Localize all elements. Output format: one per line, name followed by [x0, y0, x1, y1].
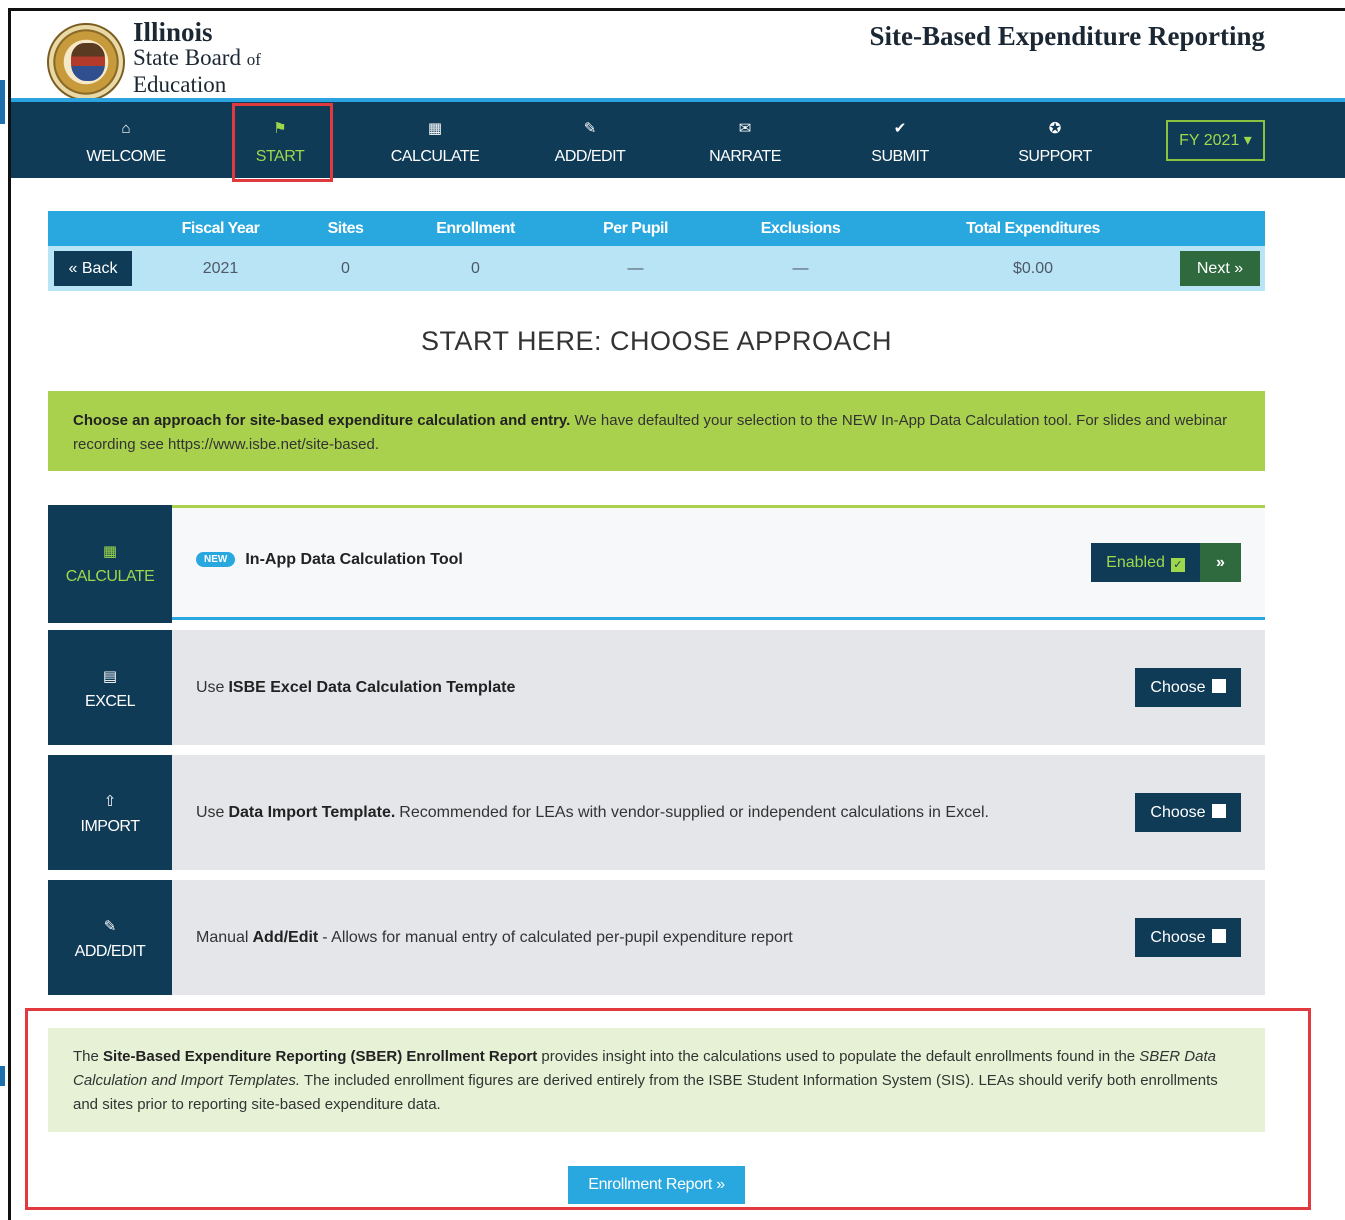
- excel-file-icon: ▤: [102, 668, 118, 685]
- approach-notice: Choose an approach for site-based expend…: [48, 391, 1265, 471]
- choose-add-edit-button[interactable]: Choose: [1135, 918, 1241, 957]
- isbe-seal-logo: [47, 23, 125, 101]
- app-title: Site-Based Expenditure Reporting: [869, 21, 1265, 51]
- comment-icon: ✉: [738, 120, 752, 137]
- option-text: Manual Add/Edit - Allows for manual entry …: [196, 928, 793, 946]
- value-sites: 0: [341, 260, 350, 277]
- col-exclusions: Exclusions: [760, 220, 841, 237]
- option-side-add-edit: ✎ ADD/EDIT: [48, 880, 172, 995]
- col-fiscal-year: Fiscal Year: [181, 220, 260, 237]
- col-enrollment: Enrollment: [436, 220, 515, 237]
- choose-import-button[interactable]: Choose: [1135, 793, 1241, 832]
- checkbox-empty-icon: [1211, 679, 1226, 693]
- org-name: Illinois State Board of Education: [133, 17, 261, 98]
- nav-support[interactable]: ✪ SUPPORT: [990, 102, 1120, 178]
- start-highlight-box: [232, 103, 333, 182]
- option-text: NEW In-App Data Calculation Tool: [196, 505, 467, 614]
- nav-submit-label: SUBMIT: [871, 148, 929, 165]
- option-title: In-App Data Calculation Tool: [245, 550, 463, 568]
- left-edge-mark: [0, 80, 5, 124]
- enabled-button[interactable]: Enabled ✓: [1091, 543, 1200, 582]
- option-text: Use ISBE Excel Data Calculation Template: [196, 678, 516, 696]
- page-title: START HERE: CHOOSE APPROACH: [420, 326, 893, 356]
- nav-submit[interactable]: ✔ SUBMIT: [835, 102, 965, 178]
- left-edge-mark: [0, 1066, 5, 1086]
- value-per-pupil: —: [627, 260, 644, 277]
- go-button[interactable]: »: [1200, 543, 1241, 582]
- nav-add-edit[interactable]: ✎ ADD/EDIT: [525, 102, 655, 178]
- nav-welcome-label: WELCOME: [86, 148, 166, 165]
- next-button[interactable]: Next »: [1180, 251, 1260, 286]
- choose-excel-button[interactable]: Choose: [1135, 668, 1241, 707]
- option-side-import: ⇧ IMPORT: [48, 755, 172, 870]
- home-icon: ⌂: [121, 120, 131, 137]
- value-total-expenditures: $0.00: [1012, 260, 1054, 277]
- nav-calculate-label: CALCULATE: [390, 148, 480, 165]
- col-total-expenditures: Total Expenditures: [966, 220, 1100, 237]
- option-card-excel: ▤ EXCEL Use ISBE Excel Data Calculation T…: [48, 630, 1265, 745]
- back-button[interactable]: « Back: [54, 251, 132, 286]
- option-title: Data Import Template.: [228, 803, 396, 821]
- edit-icon: ✎: [583, 120, 597, 137]
- option-side-excel: ▤ EXCEL: [48, 630, 172, 745]
- main-nav: ⌂ WELCOME ⚑ START ▦ CALCULATE ✎ ADD/EDIT…: [11, 102, 1345, 178]
- app-header: Illinois State Board of Education Site-B…: [11, 11, 1345, 101]
- calculator-icon: ▦: [427, 120, 443, 137]
- fiscal-year-dropdown[interactable]: FY 2021 ▾: [1166, 120, 1265, 161]
- calculator-icon: ▦: [102, 543, 118, 560]
- col-per-pupil: Per Pupil: [603, 220, 668, 237]
- org-line-2: State Board of: [133, 45, 261, 70]
- col-sites: Sites: [327, 220, 364, 237]
- notice-bold: Choose an approach for site-based expend…: [73, 412, 571, 429]
- option-card-import: ⇧ IMPORT Use Data Import Template. Recomme…: [48, 755, 1265, 870]
- option-side-label: ADD/EDIT: [74, 943, 146, 960]
- nav-narrate[interactable]: ✉ NARRATE: [680, 102, 810, 178]
- nav-welcome[interactable]: ⌂ WELCOME: [61, 102, 191, 178]
- checkbox-empty-icon: [1211, 804, 1226, 818]
- checkbox-checked-icon: ✓: [1170, 558, 1185, 572]
- option-text: Use Data Import Template. Recommended for …: [196, 803, 989, 821]
- value-exclusions: —: [792, 260, 809, 277]
- org-line-1: Illinois: [133, 17, 213, 47]
- new-badge: NEW: [196, 552, 236, 567]
- nav-add-edit-label: ADD/EDIT: [554, 148, 626, 165]
- nav-support-label: SUPPORT: [1018, 148, 1092, 165]
- option-side-label: EXCEL: [85, 693, 135, 710]
- value-enrollment: 0: [471, 260, 480, 277]
- upload-icon: ⇧: [103, 793, 117, 810]
- summary-header-row: Fiscal Year Sites Enrollment Per Pupil E…: [48, 211, 1265, 246]
- option-card-add-edit: ✎ ADD/EDIT Manual Add/Edit - Allows for ma…: [48, 880, 1265, 995]
- check-circle-icon: ✔: [893, 120, 907, 137]
- nav-calculate[interactable]: ▦ CALCULATE: [370, 102, 500, 178]
- option-card-calculate: ▦ CALCULATE NEW In-App Data Calculation T…: [48, 505, 1265, 623]
- option-side-label: IMPORT: [80, 818, 140, 835]
- lifering-icon: ✪: [1048, 120, 1062, 137]
- enrollment-report-button[interactable]: Enrollment Report »: [568, 1166, 745, 1204]
- option-title: Add/Edit: [252, 928, 319, 946]
- option-title: ISBE Excel Data Calculation Template: [228, 678, 516, 696]
- option-side-label: CALCULATE: [65, 568, 155, 585]
- value-fiscal-year: 2021: [202, 260, 239, 277]
- summary-value-row: « Back 2021 0 0 — — $0.00 Next »: [48, 246, 1265, 291]
- checkbox-empty-icon: [1211, 929, 1226, 943]
- nav-narrate-label: NARRATE: [709, 148, 781, 165]
- org-line-3: Education: [133, 72, 227, 97]
- edit-icon: ✎: [103, 918, 117, 935]
- option-side-calculate: ▦ CALCULATE: [48, 505, 172, 623]
